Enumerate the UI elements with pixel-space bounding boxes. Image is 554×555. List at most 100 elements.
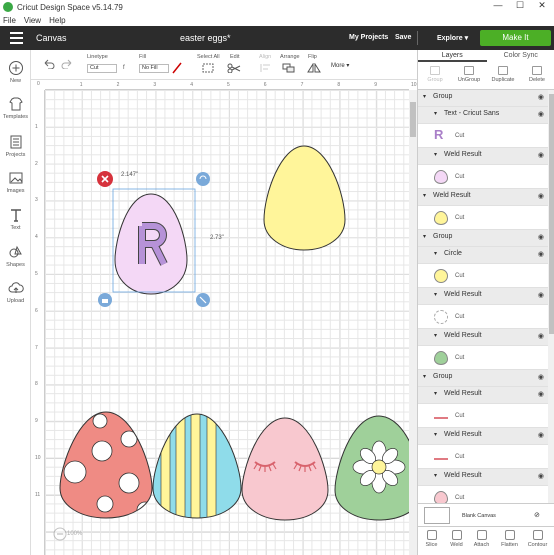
striped-egg[interactable] <box>145 410 249 522</box>
chevron-down-icon[interactable]: ▾ <box>434 151 437 158</box>
eye-icon[interactable]: ◉ <box>538 110 544 118</box>
layer-group-header[interactable]: ▾ Weld Result ◉ <box>418 148 548 165</box>
duplicate-button[interactable]: Duplicate <box>486 66 520 83</box>
canvas-scrollbar[interactable] <box>409 90 417 555</box>
nav-shapes[interactable]: Shapes <box>0 244 31 268</box>
layers-scroll-thumb[interactable] <box>549 94 554 334</box>
hamburger-menu-icon[interactable] <box>10 32 23 44</box>
red-spotted-egg[interactable] <box>59 411 153 519</box>
maximize-button[interactable]: ☐ <box>509 0 531 11</box>
arrange-label[interactable]: Arrange <box>280 54 300 60</box>
eye-slash-icon[interactable]: ⊘ <box>534 511 540 519</box>
chevron-down-icon[interactable]: ▾ <box>423 233 426 240</box>
nav-projects[interactable]: Projects <box>0 134 31 158</box>
save-button[interactable]: Save <box>395 34 411 41</box>
tab-color-sync[interactable]: Color Sync <box>487 50 554 62</box>
eye-icon[interactable]: ◉ <box>538 233 544 241</box>
layer-item[interactable]: Cut <box>418 165 548 189</box>
flatten-button[interactable]: Flatten <box>496 530 523 548</box>
minimize-button[interactable]: — <box>487 0 509 10</box>
layer-item[interactable]: Cut <box>418 264 548 288</box>
tab-layers[interactable]: Layers <box>418 50 487 62</box>
layer-group-header[interactable]: ▾ Weld Result ◉ <box>418 428 548 445</box>
chevron-down-icon[interactable]: ▾ <box>434 472 437 479</box>
chevron-down-icon[interactable]: ▾ <box>434 291 437 298</box>
layer-item[interactable]: Cut <box>418 305 548 329</box>
group-button[interactable]: Group <box>418 66 452 83</box>
green-flower-egg[interactable] <box>334 415 409 521</box>
select-all-icon[interactable] <box>202 63 214 73</box>
make-it-button[interactable]: Make It <box>480 30 551 46</box>
more-button[interactable]: More ▾ <box>331 62 349 69</box>
layer-group-header[interactable]: ▾ Weld Result ◉ <box>418 469 548 486</box>
flip-icon[interactable] <box>307 63 321 73</box>
attach-button[interactable]: Attach <box>468 530 495 548</box>
chevron-down-icon[interactable]: ▾ <box>434 390 437 397</box>
slice-button[interactable]: Slice <box>418 530 445 548</box>
chevron-down-icon[interactable]: ▾ <box>434 110 437 117</box>
pen-icon[interactable] <box>172 62 182 74</box>
close-window-button[interactable]: ✕ <box>531 0 553 11</box>
flip-label[interactable]: Flip <box>308 54 317 60</box>
delete-button[interactable]: Delete <box>520 66 554 83</box>
select-all-label[interactable]: Select All <box>197 54 220 60</box>
layer-item[interactable]: Cut <box>418 206 548 230</box>
my-projects-button[interactable]: My Projects <box>349 34 388 41</box>
menu-file[interactable]: File <box>3 16 16 25</box>
layer-group-header[interactable]: ▾ Circle ◉ <box>418 247 548 264</box>
weld-button[interactable]: Weld <box>443 530 470 548</box>
eye-icon[interactable]: ◉ <box>538 373 544 381</box>
eye-icon[interactable]: ◉ <box>538 332 544 340</box>
edit-label[interactable]: Edit <box>230 54 239 60</box>
ungroup-button[interactable]: UnGroup <box>452 66 486 83</box>
menu-help[interactable]: Help <box>49 16 65 25</box>
project-name[interactable]: easter eggs* <box>180 33 231 43</box>
scissors-icon[interactable] <box>227 63 243 73</box>
chevron-down-icon[interactable]: ▾ <box>423 373 426 380</box>
layer-item[interactable]: Cut <box>418 404 548 428</box>
nav-templates[interactable]: Templates <box>0 96 31 120</box>
eye-icon[interactable]: ◉ <box>538 250 544 258</box>
eye-icon[interactable]: ◉ <box>538 93 544 101</box>
pink-eyelash-egg[interactable] <box>241 417 329 521</box>
align-icon[interactable] <box>260 63 272 73</box>
canvas-scroll-thumb[interactable] <box>410 102 416 137</box>
canvas-drawing[interactable] <box>45 90 409 555</box>
eye-icon[interactable]: ◉ <box>538 431 544 439</box>
eye-icon[interactable]: ◉ <box>538 472 544 480</box>
explore-button[interactable]: Explore ▾ <box>437 34 468 42</box>
layer-item[interactable]: Cut <box>418 445 548 469</box>
nav-upload[interactable]: Upload <box>0 280 31 304</box>
chevron-down-icon[interactable]: ▾ <box>434 250 437 257</box>
yellow-egg[interactable] <box>263 145 346 251</box>
fill-select[interactable]: No Fill <box>139 64 169 73</box>
undo-icon[interactable] <box>43 59 55 69</box>
layer-group-header[interactable]: ▾ Weld Result ◉ <box>418 288 548 305</box>
layer-group-header[interactable]: ▾ Group ◉ <box>418 90 548 107</box>
nav-text[interactable]: Text <box>0 207 31 231</box>
rotate-handle-icon[interactable] <box>196 172 210 186</box>
purple-egg-r[interactable] <box>114 193 188 295</box>
chevron-down-icon[interactable]: ▾ <box>423 192 426 199</box>
layer-item[interactable]: Cut <box>418 346 548 370</box>
blank-canvas-swatch[interactable] <box>424 507 450 524</box>
eye-icon[interactable]: ◉ <box>538 390 544 398</box>
chevron-down-icon[interactable]: ▾ <box>423 93 426 100</box>
layer-group-header[interactable]: ▾ Weld Result ◉ <box>418 329 548 346</box>
chevron-down-icon[interactable]: ▾ <box>434 332 437 339</box>
align-label[interactable]: Align <box>259 54 271 60</box>
layer-group-header[interactable]: ▾ Text - Cricut Sans ◉ <box>418 107 548 124</box>
blank-canvas-row[interactable]: Blank Canvas ⊘ <box>418 503 554 526</box>
nav-new[interactable]: New <box>0 60 31 84</box>
layer-group-header[interactable]: ▾ Weld Result ◉ <box>418 189 548 206</box>
layer-item[interactable]: R Cut <box>418 124 548 148</box>
eye-icon[interactable]: ◉ <box>538 151 544 159</box>
linetype-select[interactable]: Cut <box>87 64 117 73</box>
zoom-control[interactable] <box>53 527 67 541</box>
layers-scrollbar[interactable] <box>548 90 554 555</box>
layer-group-header[interactable]: ▾ Group ◉ <box>418 370 548 387</box>
nav-images[interactable]: Images <box>0 170 31 194</box>
layer-group-header[interactable]: ▾ Weld Result ◉ <box>418 387 548 404</box>
eye-icon[interactable]: ◉ <box>538 291 544 299</box>
chevron-down-icon[interactable]: ▾ <box>434 431 437 438</box>
